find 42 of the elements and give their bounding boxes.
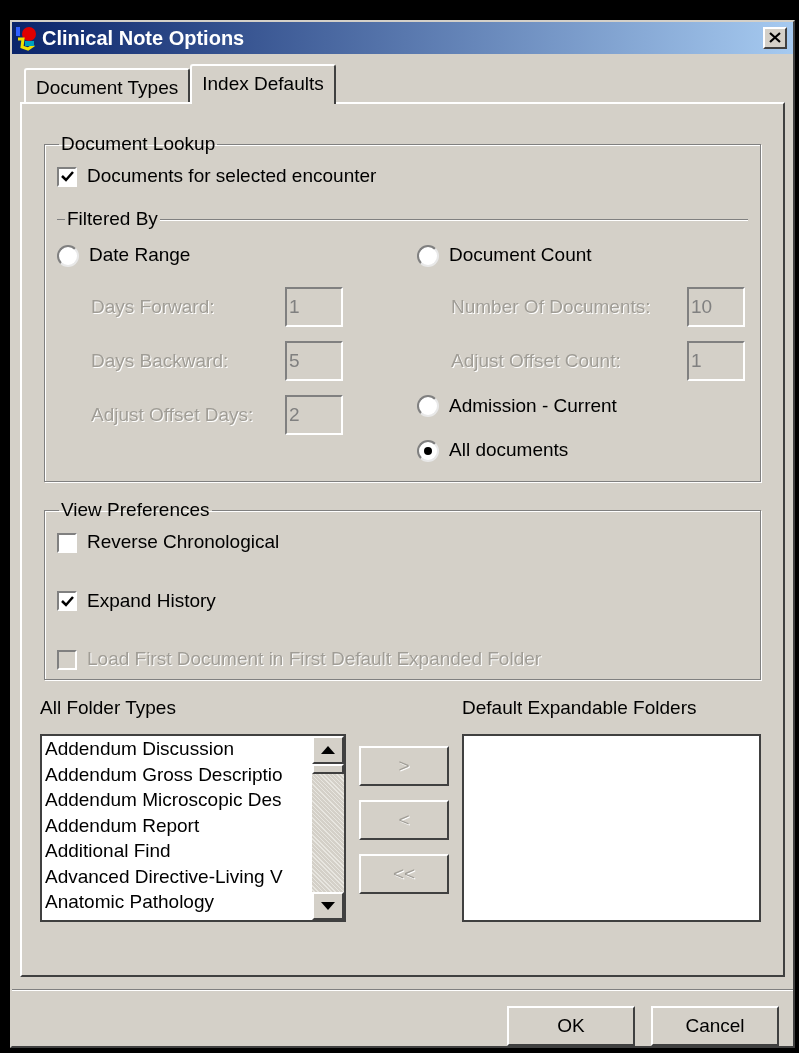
scroll-thumb[interactable] (312, 764, 344, 775)
checkbox[interactable] (57, 166, 77, 187)
radio-button[interactable] (417, 395, 439, 418)
dialog-button[interactable]: Cancel (651, 1006, 779, 1046)
group-title: View Preferences (60, 497, 211, 522)
radio-label: Admission - Current (449, 393, 617, 418)
list-item[interactable]: Addendum Microscopic Des (45, 787, 312, 813)
folder-list[interactable]: Addendum Discussion Addendum Gross Descriptio Addendum Microscopic Des Addendum Report Additional Find Advanced Directive-Living V Anatomic Pathology (40, 734, 346, 923)
radio-label: Date Range (89, 243, 191, 268)
list-item[interactable]: Addendum Discussion (45, 736, 312, 762)
radio-button[interactable] (57, 244, 79, 267)
window-title: Clinical Note Options (42, 26, 246, 51)
list-item[interactable]: Addendum Gross Descriptio (45, 761, 312, 788)
radio-label: Document Count (449, 243, 592, 268)
radio-label: All documents (449, 438, 569, 463)
checkbox[interactable] (57, 532, 77, 553)
checkbox-label: Documents for selected encounter (87, 164, 377, 189)
tab[interactable]: Index Defaults (190, 63, 336, 104)
group-title: Document Lookup (60, 131, 217, 156)
checkbox-label: Reverse Chronological (87, 530, 280, 555)
list-item[interactable]: Additional Find (45, 838, 312, 864)
list-item[interactable]: Advanced Directive-Living V (45, 863, 312, 890)
scroll-down-button[interactable] (312, 892, 344, 921)
down-arrow-icon (321, 902, 335, 911)
scrollbar[interactable] (312, 736, 344, 921)
checkmark-icon (60, 594, 74, 608)
default-folder-list[interactable] (462, 734, 761, 923)
checkmark-icon (60, 170, 74, 184)
checkbox-label: Expand History (87, 588, 216, 613)
section-label: Filtered By (67, 206, 158, 231)
list-label: Default Expandable Folders (462, 695, 698, 720)
checkbox[interactable] (57, 591, 77, 612)
radio-button[interactable] (417, 244, 439, 267)
radio-button[interactable] (417, 439, 439, 462)
scroll-up-button[interactable] (312, 736, 344, 765)
dialog-button[interactable]: OK (507, 1006, 635, 1046)
up-arrow-icon (321, 746, 335, 755)
list-label: All Folder Types (40, 695, 177, 720)
close-icon (769, 32, 781, 44)
list-item[interactable]: Anatomic Pathology (45, 889, 312, 915)
list-item[interactable]: Addendum Report (45, 812, 312, 839)
close-button[interactable] (763, 27, 787, 49)
